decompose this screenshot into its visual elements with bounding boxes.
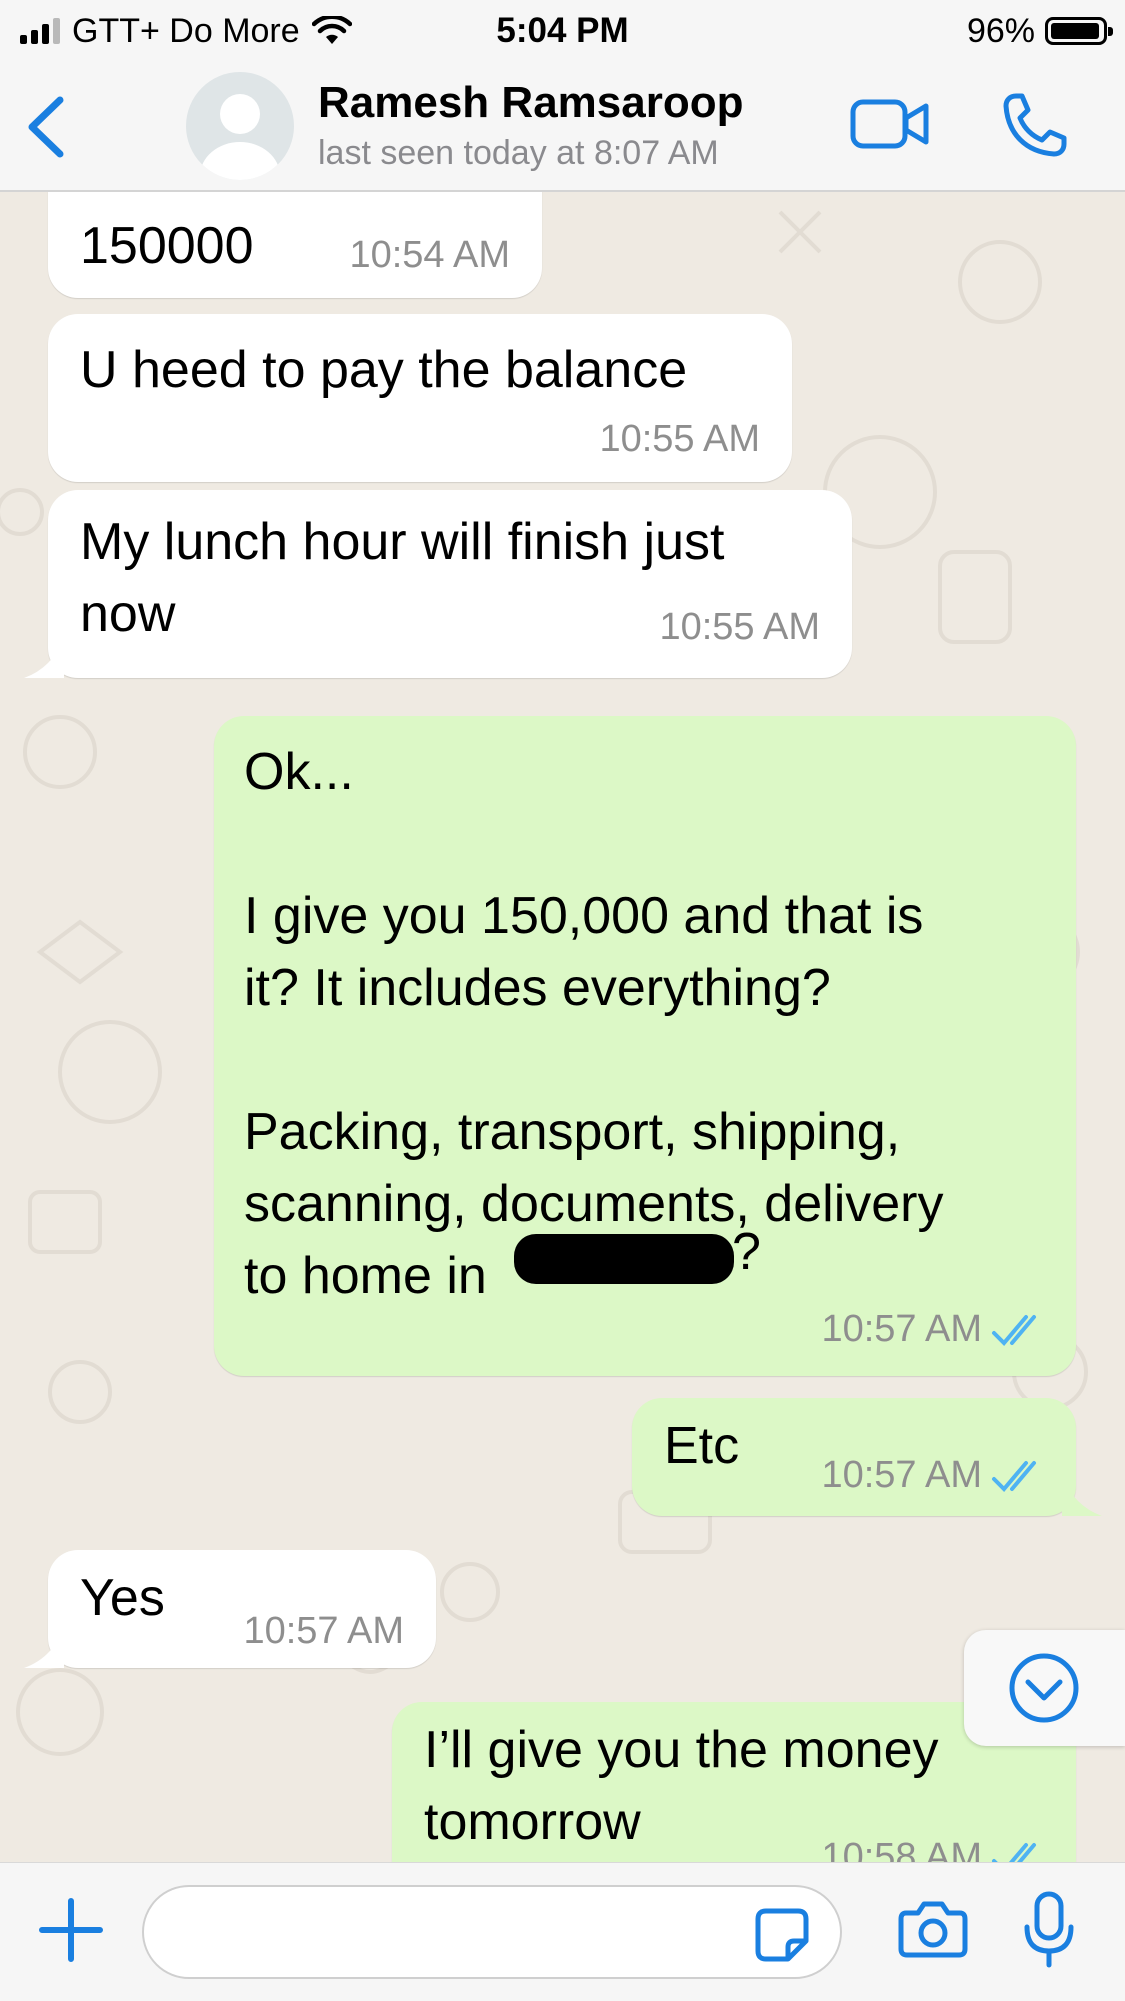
plus-icon[interactable] xyxy=(38,1897,104,1963)
message-bubble-outgoing[interactable]: Ok... I give you 150,000 and that is it?… xyxy=(214,716,1076,1376)
redacted-text-block xyxy=(514,1234,734,1284)
message-bubble-incoming[interactable]: Yes 10:57 AM xyxy=(48,1550,436,1668)
message-text: Etc xyxy=(664,1417,740,1475)
bubble-tail xyxy=(24,1628,64,1668)
chat-area[interactable]: 150000 10:54 AM U heed to pay the balanc… xyxy=(0,192,1125,1862)
message-time: 10:58 AM xyxy=(821,1836,1046,1862)
avatar-placeholder-icon[interactable] xyxy=(186,72,294,180)
message-time: 10:55 AM xyxy=(659,606,820,648)
phone-icon[interactable] xyxy=(1000,90,1072,160)
message-time-label: 10:57 AM xyxy=(821,1308,982,1350)
status-bar: GTT+ Do More 5:04 PM 96% xyxy=(0,0,1125,62)
sticker-icon[interactable] xyxy=(754,1907,810,1963)
message-bubble-incoming[interactable]: My lunch hour will finish just now 10:55… xyxy=(48,490,852,678)
status-bar-right: 96% xyxy=(966,8,1113,54)
read-ticks-icon xyxy=(992,1842,1036,1862)
message-text: U heed to pay the balance xyxy=(80,341,688,399)
message-time: 10:57 AM xyxy=(243,1610,404,1652)
message-time: 10:54 AM xyxy=(349,234,510,276)
battery-icon xyxy=(1045,17,1113,45)
bubble-tail xyxy=(1062,1476,1102,1516)
message-text: My lunch hour will finish just now xyxy=(80,513,725,643)
message-bubble-incoming[interactable]: U heed to pay the balance 10:55 AM xyxy=(48,314,792,482)
scroll-to-bottom-button[interactable] xyxy=(964,1630,1125,1746)
battery-percentage: 96% xyxy=(966,11,1035,50)
scroll-down-icon xyxy=(1009,1653,1079,1723)
message-time-label: 10:58 AM xyxy=(821,1836,982,1862)
message-input[interactable] xyxy=(142,1885,842,1979)
last-seen-status: last seen today at 8:07 AM xyxy=(318,134,719,172)
message-bubble-outgoing[interactable]: Etc 10:57 AM xyxy=(632,1398,1076,1516)
video-call-icon[interactable] xyxy=(850,92,930,156)
chat-header: Ramesh Ramsaroop last seen today at 8:07… xyxy=(0,62,1125,192)
message-bubble-incoming[interactable]: 150000 10:54 AM xyxy=(48,192,542,298)
microphone-icon[interactable] xyxy=(1022,1891,1076,1969)
contact-name[interactable]: Ramesh Ramsaroop xyxy=(318,78,743,128)
message-input-bar xyxy=(0,1862,1125,2001)
message-text: Yes xyxy=(80,1569,165,1627)
bubble-tail xyxy=(24,638,64,678)
message-time: 10:57 AM xyxy=(821,1454,1046,1497)
back-chevron-icon[interactable] xyxy=(22,92,72,162)
message-text: 150000 xyxy=(80,217,254,275)
message-time: 10:57 AM xyxy=(821,1308,1046,1351)
camera-icon[interactable] xyxy=(898,1899,968,1959)
message-time: 10:55 AM xyxy=(599,418,760,460)
message-text-suffix: ? xyxy=(732,1223,761,1281)
read-ticks-icon xyxy=(992,1314,1036,1346)
message-time-label: 10:57 AM xyxy=(821,1454,982,1496)
clock: 5:04 PM xyxy=(496,11,629,50)
read-ticks-icon xyxy=(992,1460,1036,1492)
message-text: Ok... I give you 150,000 and that is it?… xyxy=(244,743,944,1305)
